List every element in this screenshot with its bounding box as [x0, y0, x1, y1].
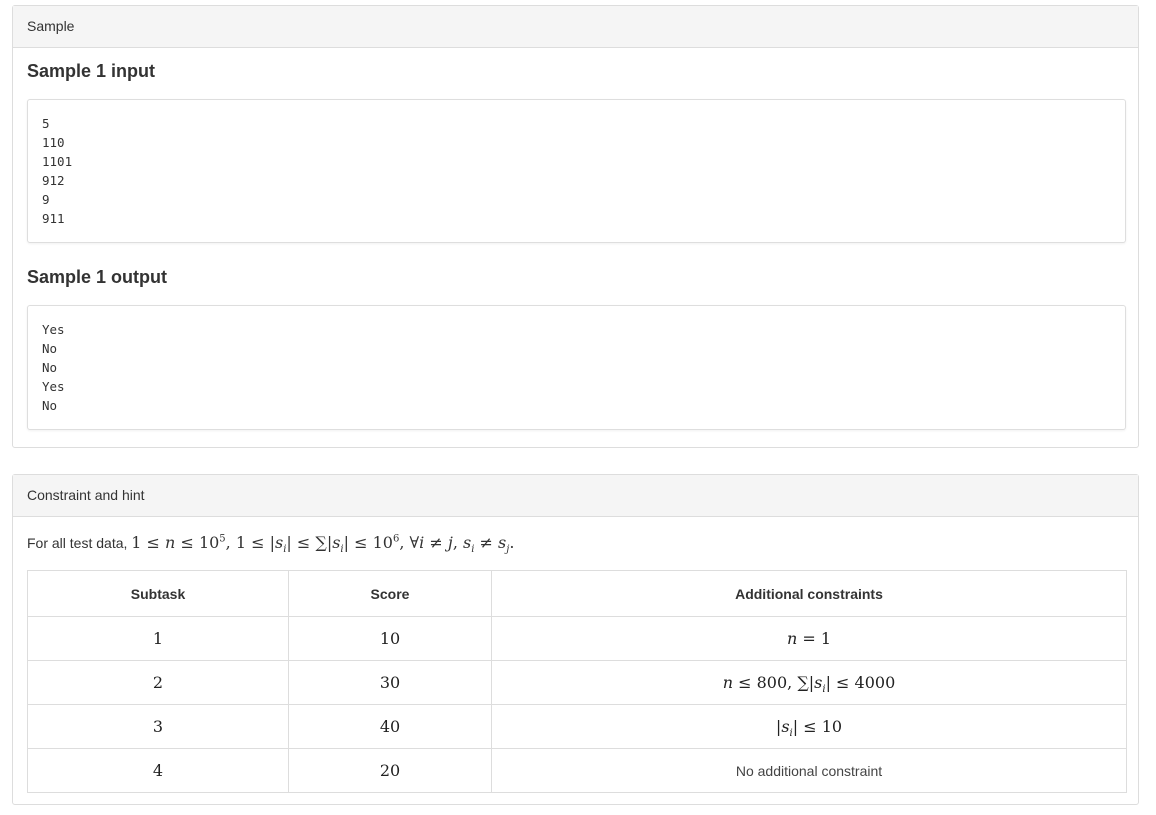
constraint-statement: For all test data, 1 ≤ n ≤ 105, 1 ≤ |si|…: [27, 533, 515, 556]
score-cell: 20: [288, 748, 492, 793]
column-header-subtask: Subtask: [27, 570, 289, 617]
table-row: 4 20 No additional constraint: [27, 748, 1127, 793]
sample-output-title: Sample 1 output: [27, 267, 168, 287]
table-header-row: Subtask Score Additional constraints: [27, 570, 1127, 617]
column-header-score: Score: [288, 570, 492, 617]
sample-panel: Sample Sample 1 input 5 110 1101 912 9 9…: [12, 5, 1139, 448]
sample-input-block[interactable]: 5 110 1101 912 9 911: [27, 99, 1126, 243]
table-row: 1 10 n = 1: [27, 616, 1127, 661]
score-cell: 30: [288, 660, 492, 705]
sample-output-block[interactable]: Yes No No Yes No: [27, 305, 1126, 430]
subtask-cell: 1: [27, 616, 289, 661]
score-cell: 40: [288, 704, 492, 749]
constraint-panel: Constraint and hint For all test data, 1…: [12, 474, 1139, 805]
constraint-panel-heading: Constraint and hint: [13, 475, 1138, 517]
constraint-cell: No additional constraint: [491, 748, 1127, 793]
sample-input-title: Sample 1 input: [27, 61, 156, 81]
subtask-cell: 4: [27, 748, 289, 793]
score-cell: 10: [288, 616, 492, 661]
subtask-cell: 2: [27, 660, 289, 705]
sample-panel-heading: Sample: [13, 6, 1138, 48]
constraint-formula: 1 ≤ n ≤ 105, 1 ≤ |si| ≤ ∑|si| ≤ 106, ∀i …: [131, 533, 515, 556]
constraint-cell: n = 1: [491, 616, 1127, 661]
subtask-table: Subtask Score Additional constraints 1 1…: [27, 570, 1127, 793]
constraint-intro: For all test data,: [27, 535, 128, 551]
table-row: 3 40 |si| ≤ 10: [27, 704, 1127, 749]
column-header-constraints: Additional constraints: [491, 570, 1127, 617]
subtask-cell: 3: [27, 704, 289, 749]
table-row: 2 30 n ≤ 800, ∑|si| ≤ 4000: [27, 660, 1127, 705]
constraint-cell: n ≤ 800, ∑|si| ≤ 4000: [491, 660, 1127, 705]
constraint-cell: |si| ≤ 10: [491, 704, 1127, 749]
